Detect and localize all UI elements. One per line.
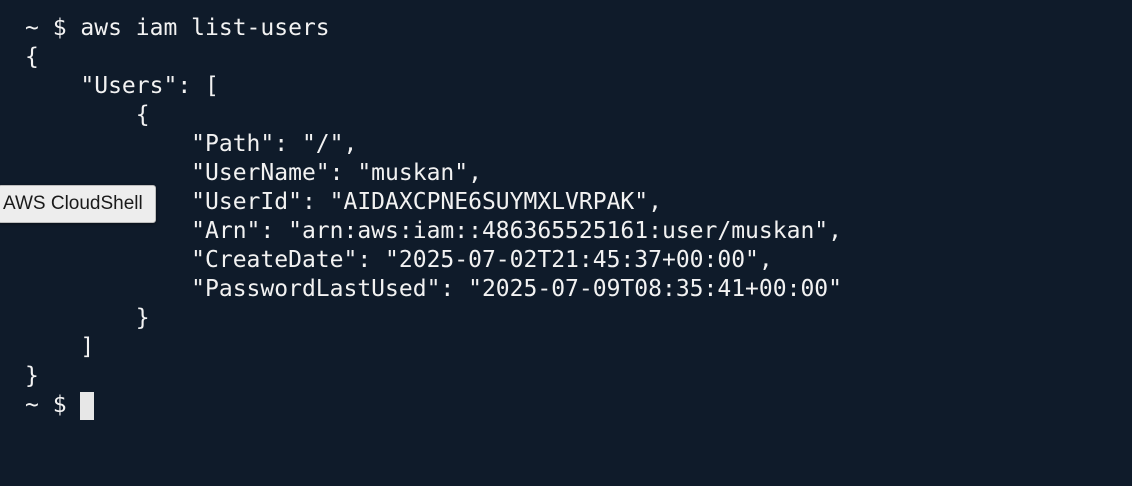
output-line: "UserName": "muskan", [25, 160, 482, 186]
output-line: "Path": "/", [25, 131, 358, 157]
output-line: } [25, 363, 39, 389]
output-line: "Arn": "arn:aws:iam::486365525161:user/m… [25, 218, 842, 244]
output-line: "CreateDate": "2025-07-02T21:45:37+00:00… [25, 247, 773, 273]
prompt-line[interactable]: ~ $ [25, 391, 1132, 420]
output-line: } [25, 305, 150, 331]
command-line: ~ $ aws iam list-users [25, 15, 330, 41]
terminal-window[interactable]: ~ $ aws iam list-users { "Users": [ { "P… [0, 0, 1132, 486]
output-line: "Users": [ [25, 73, 219, 99]
output-line: { [25, 102, 150, 128]
output-line: "UserId": "AIDAXCPNE6SUYMXLVRPAK", [25, 189, 662, 215]
prompt: ~ $ [25, 392, 81, 418]
cursor [80, 391, 95, 420]
output-line: "PasswordLastUsed": "2025-07-09T08:35:41… [25, 276, 842, 302]
tooltip: AWS CloudShell [0, 185, 156, 223]
output-line: { [25, 44, 39, 70]
output-line: ] [25, 334, 95, 360]
